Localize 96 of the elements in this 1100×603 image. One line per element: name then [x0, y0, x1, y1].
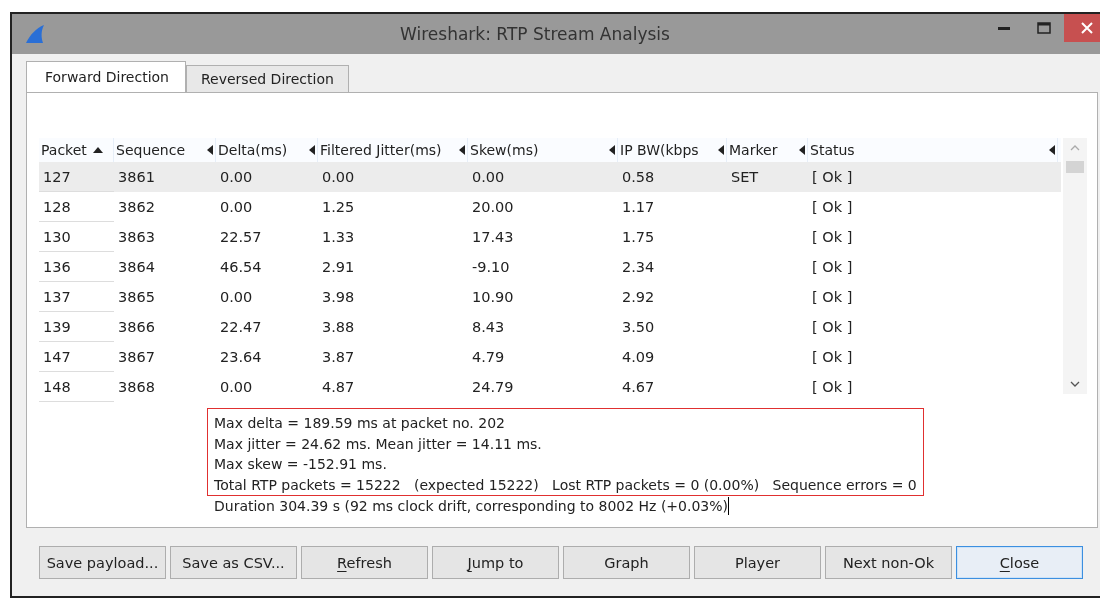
table-cell: 4.87 [322, 379, 355, 395]
table-cell: 0.00 [220, 169, 253, 185]
table-cell: 148 [43, 378, 71, 395]
sort-arrow-icon [609, 145, 615, 155]
table-cell: 3.88 [322, 319, 355, 335]
table-cell: 0.00 [322, 169, 355, 185]
table-cell: [ Ok ] [812, 349, 853, 365]
table-cell: 4.67 [622, 379, 655, 395]
table-cell: [ Ok ] [812, 379, 853, 395]
table-cell: 3866 [118, 319, 155, 335]
summary-line: Max jitter = 24.62 ms. Mean jitter = 14.11 ms. [214, 434, 543, 454]
table-row[interactable]: 128 3862 0.00 1.25 20.00 1.17 [ Ok ] [39, 192, 1061, 222]
table-row[interactable]: 127 3861 0.00 0.00 0.00 0.58 SET [ Ok ] [39, 162, 1061, 192]
table-cell: 4.09 [622, 349, 655, 365]
sort-arrow-icon [207, 145, 213, 155]
dialog-button[interactable]: Next non-Ok [825, 546, 952, 579]
sort-arrow-icon [718, 145, 724, 155]
table-cell: [ Ok ] [812, 319, 853, 335]
table-cell: 136 [43, 258, 71, 275]
table-cell: 3862 [118, 199, 155, 215]
dialog-button[interactable]: Player [694, 546, 821, 579]
table-cell: 3863 [118, 229, 155, 245]
dialog-button[interactable]: Save as CSV... [170, 546, 297, 579]
table-row[interactable]: 147 3867 23.64 3.87 4.79 4.09 [ Ok ] [39, 342, 1061, 372]
table-cell: 3868 [118, 379, 155, 395]
dialog-button[interactable]: Refresh [301, 546, 428, 579]
sort-arrow-icon [309, 145, 315, 155]
window-title: Wireshark: RTP Stream Analysis [399, 24, 671, 44]
table-cell: 137 [43, 288, 71, 305]
table-cell: 4.79 [472, 349, 505, 365]
sort-arrow-icon [1049, 145, 1055, 155]
table-cell: 3865 [118, 289, 155, 305]
table-cell: 139 [43, 318, 71, 335]
table-cell: [ Ok ] [812, 199, 853, 215]
table-cell: 3861 [118, 169, 155, 185]
table-cell: 22.57 [220, 229, 262, 245]
table-cell: 127 [43, 168, 71, 185]
dialog-button[interactable]: Graph [563, 546, 690, 579]
table-cell: 1.33 [322, 229, 355, 245]
table-cell: 24.79 [472, 379, 514, 395]
table-cell: 23.64 [220, 349, 262, 365]
table-cell: 10.90 [472, 289, 514, 305]
table-cell: [ Ok ] [812, 259, 853, 275]
table-cell: 147 [43, 348, 71, 365]
table-cell: 0.00 [220, 199, 253, 215]
table-cell: 1.25 [322, 199, 355, 215]
table-cell: [ Ok ] [812, 289, 853, 305]
table-row[interactable]: 130 3863 22.57 1.33 17.43 1.75 [ Ok ] [39, 222, 1061, 252]
fin-icon [24, 23, 46, 45]
table-cell: 2.34 [622, 259, 655, 275]
dialog-button[interactable]: Jump to [432, 546, 559, 579]
table-cell: 1.75 [622, 229, 655, 245]
table-cell: 2.92 [622, 289, 655, 305]
summary-line: Total RTP packets = 15222 (expected 15222) Lost RTP packets = 0 (0.00%) Sequence errors = 0 [214, 475, 917, 495]
table-row[interactable]: 137 3865 0.00 3.98 10.90 2.92 [ Ok ] [39, 282, 1061, 312]
table-cell: 128 [43, 198, 71, 215]
summary-line: Max delta = 189.59 ms at packet no. 202 [214, 414, 506, 433]
sort-arrow-icon [459, 145, 465, 155]
table-cell: 0.00 [472, 169, 505, 185]
maximize-icon [1037, 22, 1051, 34]
table-cell: 46.54 [220, 259, 262, 275]
dialog-button[interactable]: Close [956, 546, 1083, 579]
table-cell: 8.43 [472, 319, 505, 335]
table-cell: SET [731, 169, 759, 185]
tab[interactable]: Forward Direction [26, 61, 186, 92]
table-cell: -9.10 [472, 259, 510, 275]
sort-arrow-icon [92, 147, 103, 153]
table-cell: 0.58 [622, 169, 655, 185]
table-cell: 1.17 [622, 199, 655, 215]
table-cell: 0.00 [220, 289, 253, 305]
table-cell: 2.91 [322, 259, 355, 275]
close-button[interactable] [1064, 14, 1100, 42]
table-cell: 3864 [118, 259, 155, 275]
table-cell: [ Ok ] [812, 169, 853, 185]
close-icon [1081, 22, 1093, 34]
minimize-icon [998, 26, 1010, 30]
tab[interactable]: Reversed Direction [186, 65, 349, 92]
sort-arrow-icon [799, 145, 805, 155]
summary-line: Duration 304.39 s (92 ms clock drift, corresponding to 8002 Hz (+0.03%) [214, 497, 729, 516]
table-cell: [ Ok ] [812, 229, 853, 245]
dialog-button[interactable]: Save payload... [39, 546, 166, 579]
table-cell: 3.87 [322, 349, 355, 365]
table-cell: 0.00 [220, 379, 253, 395]
table-cell: 3867 [118, 349, 155, 365]
table-cell: 130 [43, 228, 71, 245]
table-cell: 17.43 [472, 229, 514, 245]
table-cell: 20.00 [472, 199, 514, 215]
table-cell: 22.47 [220, 319, 262, 335]
table-cell: 3.50 [622, 319, 655, 335]
summary-line: Max skew = -152.91 ms. [214, 455, 388, 474]
scrollbar[interactable] [1063, 138, 1087, 394]
scroll-thumb[interactable] [1066, 161, 1084, 173]
table-row[interactable]: 139 3866 22.47 3.88 8.43 3.50 [ Ok ] [39, 312, 1061, 342]
table-row[interactable]: 136 3864 46.54 2.91 -9.10 2.34 [ Ok ] [39, 252, 1061, 282]
table-row[interactable]: 148 3868 0.00 4.87 24.79 4.67 [ Ok ] [39, 372, 1061, 402]
table-cell: 3.98 [322, 289, 355, 305]
